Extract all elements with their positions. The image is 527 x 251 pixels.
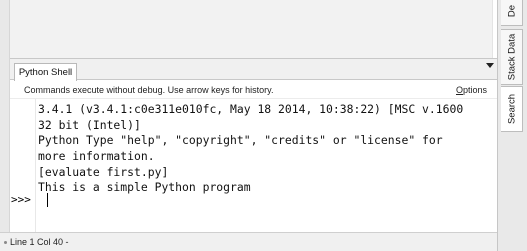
side-tab-stack-data-label: Stack Data: [506, 33, 517, 81]
side-tab-debug-label: De: [506, 4, 517, 18]
left-gutter: [0, 0, 10, 232]
output-line: more information.: [38, 149, 155, 164]
tab-menu-arrow-icon[interactable]: [486, 63, 494, 68]
tab-strip: Python Shell: [10, 58, 497, 81]
hint-bar: Commands execute without debug. Use arro…: [10, 81, 497, 99]
tab-python-shell[interactable]: Python Shell: [14, 63, 77, 81]
side-tab-search-label: Search: [506, 93, 517, 125]
shell-output: 3.4.1 (v3.4.1:c0e311e010fc, May 18 2014,…: [38, 102, 493, 196]
output-line: Python Type "help", "copyright", "credit…: [38, 133, 443, 148]
output-line: 3.4.1 (v3.4.1:c0e311e010fc, May 18 2014,…: [38, 102, 464, 116]
text-caret: [47, 193, 48, 207]
shell-prompt: >>>: [11, 193, 31, 206]
output-line: 32 bit (Intel)]: [38, 117, 141, 132]
status-bar: Line 1 Col 40 -: [0, 232, 497, 251]
cursor-position: Line 1 Col 40 -: [10, 237, 69, 247]
output-line: [evaluate first.py]: [38, 164, 169, 179]
side-tab-stack-data[interactable]: Stack Data: [501, 29, 523, 85]
side-tab-panel: De Stack Data Search: [497, 0, 527, 251]
side-tab-search[interactable]: Search: [501, 86, 523, 132]
status-dot-icon: [4, 241, 7, 244]
side-tab-debug[interactable]: De: [501, 0, 523, 26]
output-line: This is a simple Python program: [38, 180, 251, 195]
shell-console[interactable]: >>> 3.4.1 (v3.4.1:c0e311e010fc, May 18 2…: [10, 99, 497, 232]
hint-text: Commands execute without debug. Use arro…: [24, 85, 274, 95]
options-button[interactable]: Options: [456, 85, 487, 95]
editor-area[interactable]: [10, 0, 493, 58]
prompt-gutter: >>>: [10, 99, 36, 232]
main-window: Python Shell Commands execute without de…: [0, 0, 497, 251]
